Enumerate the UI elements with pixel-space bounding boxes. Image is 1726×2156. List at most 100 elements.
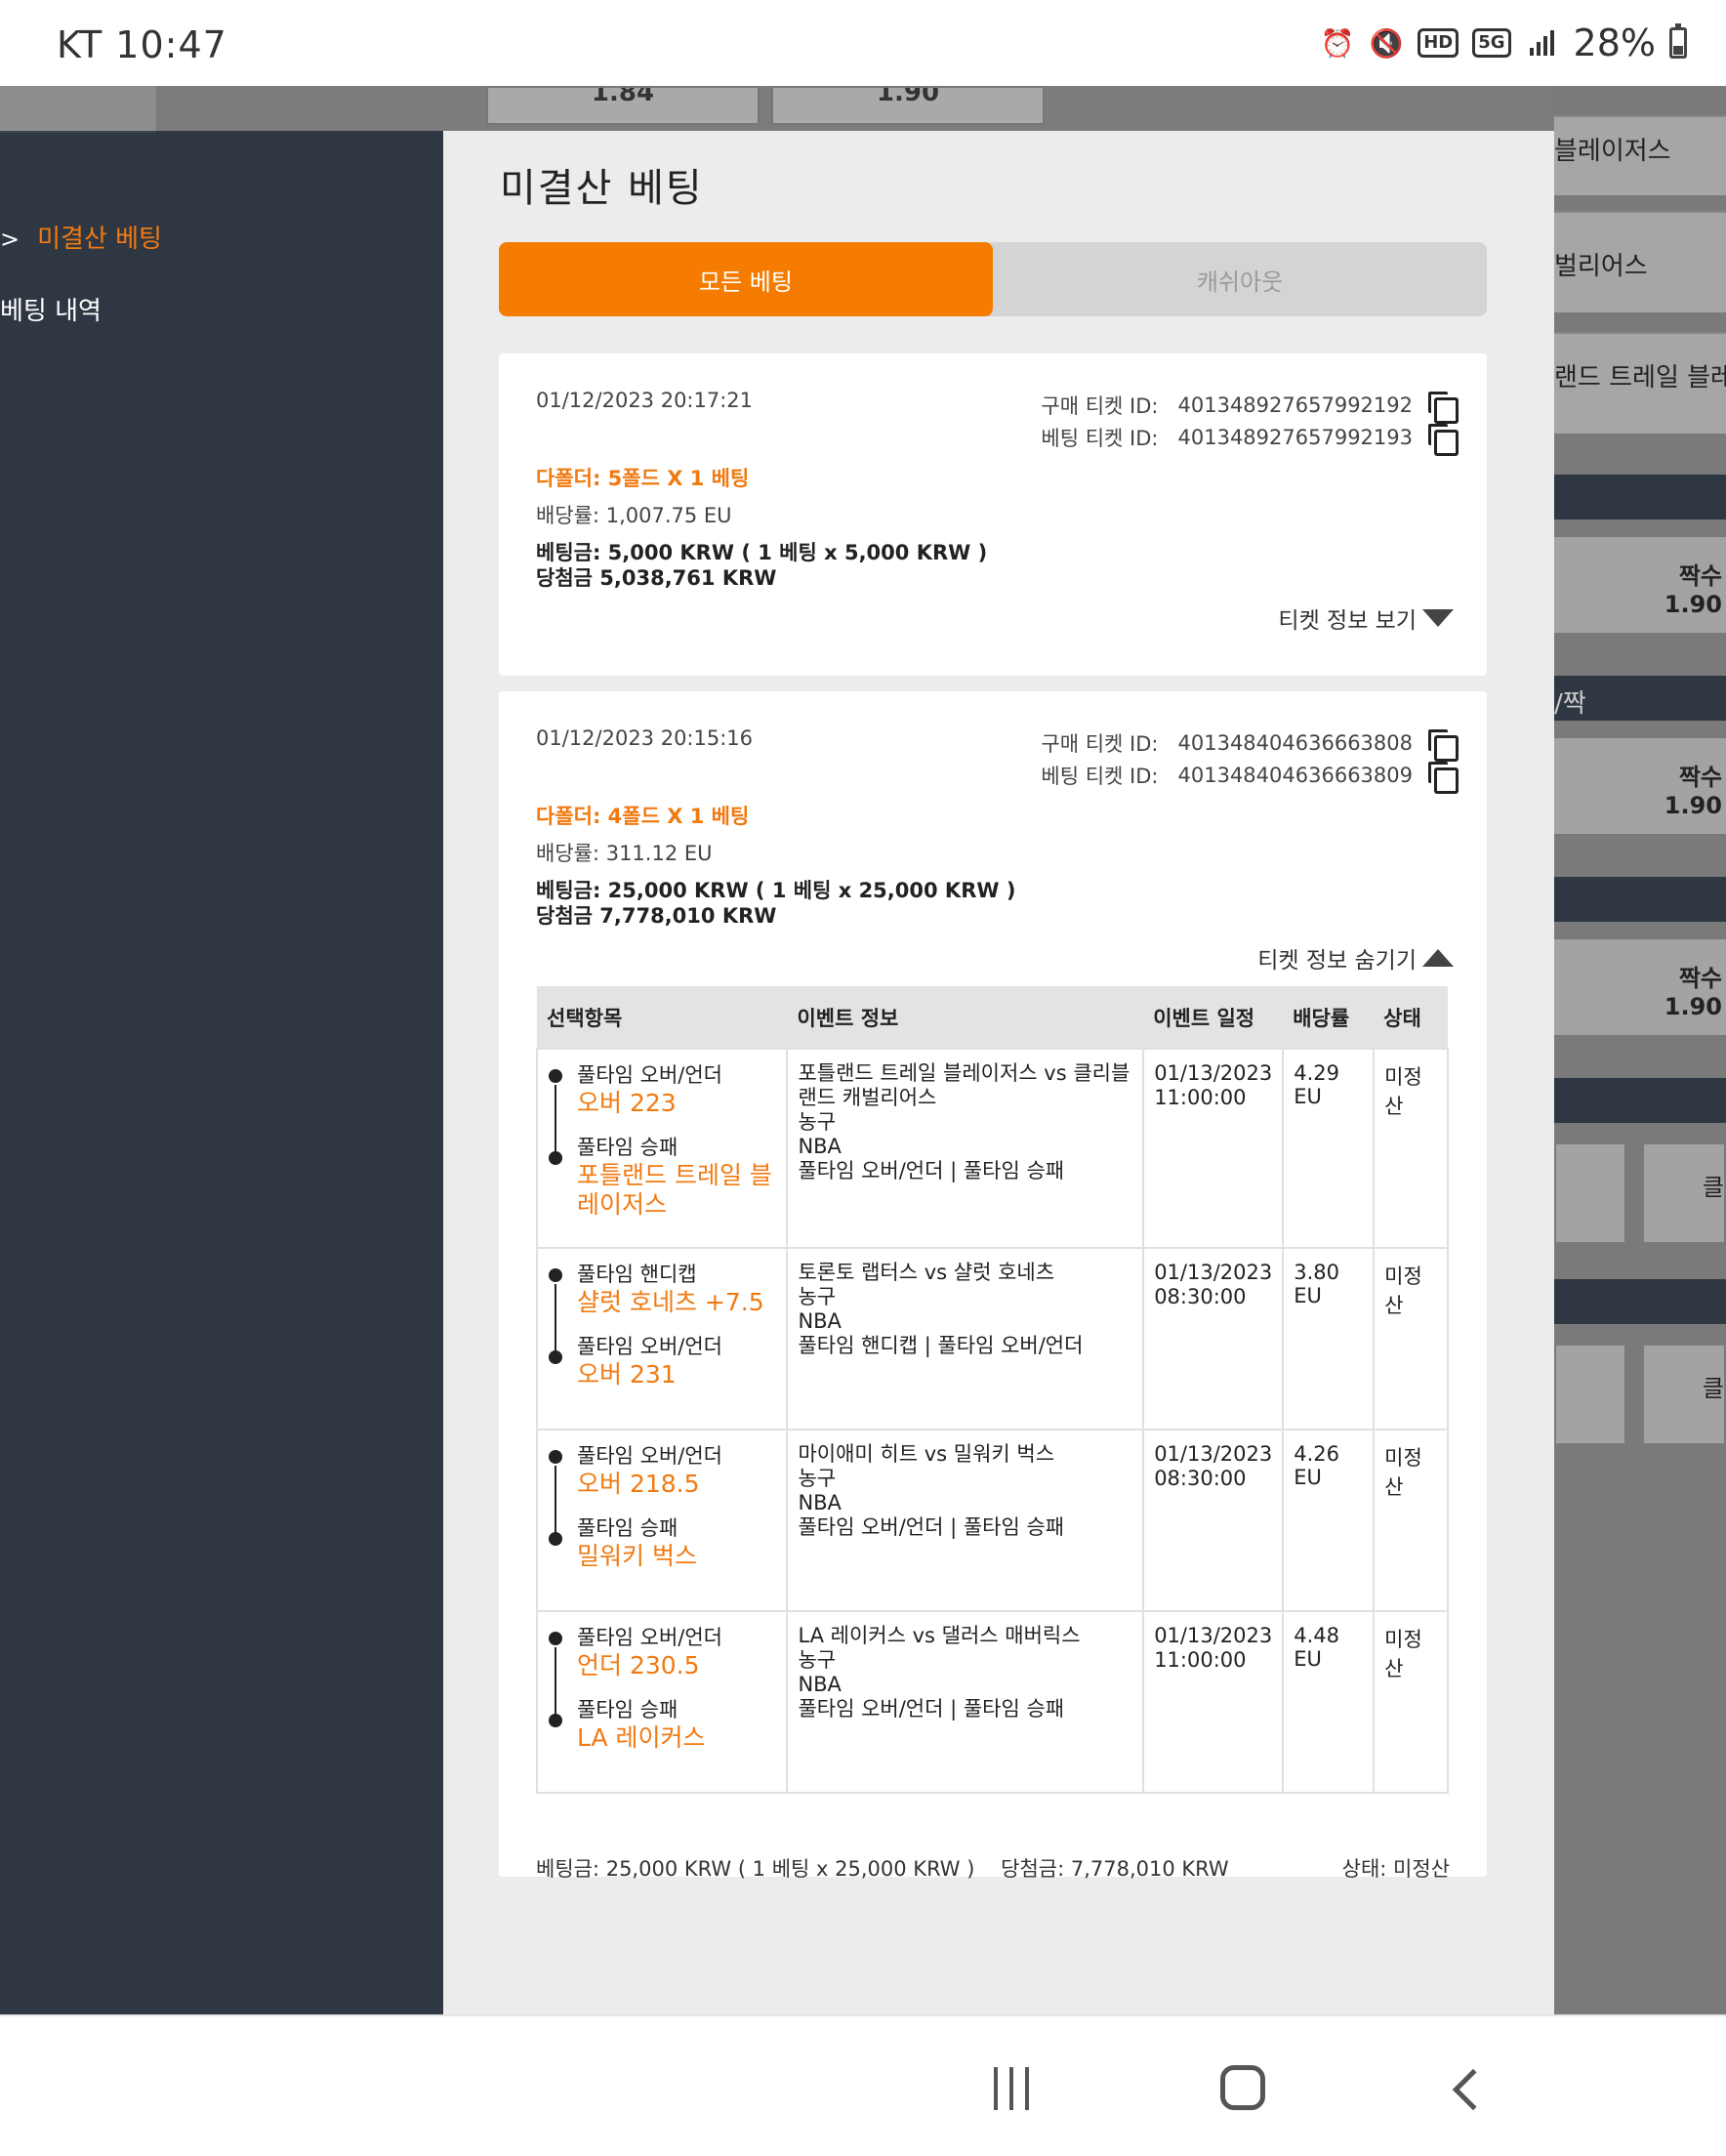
bg-section-label: /짝 (1554, 676, 1726, 721)
event-date-cell: 01/13/2023 08:30:00 (1142, 1429, 1285, 1612)
back-icon[interactable] (1452, 2068, 1495, 2111)
selection-pick: 샬럿 호네츠 +7.5 (577, 1288, 764, 1316)
bg-team-label: 랜드 트레일 블레이 (1554, 332, 1726, 434)
sidebar-item-label: 미결산 베팅 (37, 225, 162, 254)
event-info-line: 풀타임 오버/언더 | 풀타임 승패 (798, 1515, 1065, 1539)
column-header: 이벤트 일정 (1143, 986, 1284, 1049)
selection-dot-icon (549, 1450, 562, 1464)
odds-cell: 3.80 EU (1282, 1247, 1376, 1430)
bet-tabs: 모든 베팅 캐쉬아웃 (499, 242, 1487, 316)
event-date: 01/13/2023 (1154, 1061, 1273, 1085)
ticket-ids: 구매 티켓 ID: 401348404636663808 베팅 티켓 ID: 4… (1041, 726, 1459, 794)
status-cell: 미정산 (1373, 1048, 1449, 1249)
selection-market: 풀타임 오버/언더 (577, 1063, 722, 1087)
ticket-datetime: 01/12/2023 20:17:21 (536, 389, 754, 412)
sidebar: > 미결산 베팅 베팅 내역 (0, 131, 443, 2014)
hd-badge-icon: HD (1418, 28, 1459, 58)
copy-icon[interactable] (1428, 423, 1459, 456)
bet-id-value: 401348927657992193 (1177, 425, 1414, 449)
purchase-id-label: 구매 티켓 ID: (1041, 394, 1159, 418)
alarm-icon: ⏰ (1320, 26, 1355, 60)
bg-odds-value: 1.90 (1664, 591, 1722, 618)
selection-dot-icon (549, 1632, 562, 1645)
bg-odds-label: 짝수 (1678, 764, 1722, 791)
selection-dot-icon (549, 1268, 562, 1282)
copy-icon[interactable] (1428, 761, 1459, 794)
triangle-up-icon (1422, 949, 1454, 967)
event-info-line: 농구 (798, 1648, 837, 1672)
ticket-info-toggle[interactable]: 티켓 정보 숨기기 (1257, 941, 1454, 974)
bg-divider (1554, 1078, 1726, 1123)
event-time: 11:00:00 (1154, 1086, 1247, 1109)
bg-box-label: 클 (1642, 1344, 1726, 1445)
fold-label: 다폴더: 4폴드 X 1 베팅 (536, 805, 750, 828)
event-info-line: 포틀랜드 트레일 블레이저스 vs 클리블랜드 캐벌리어스 (798, 1061, 1130, 1109)
bg-odds-label: 짝수 (1678, 965, 1722, 992)
selection-connector (555, 1085, 556, 1159)
sidebar-item-open-bets[interactable]: > 미결산 베팅 (0, 219, 162, 255)
purchase-id-value: 401348927657992192 (1177, 393, 1414, 417)
event-info-line: 농구 (798, 1110, 837, 1134)
bg-box-label: 클 (1642, 1142, 1726, 1244)
event-info-line: LA 레이커스 vs 댈러스 매버릭스 (798, 1624, 1081, 1647)
bet-id-row: 베팅 티켓 ID: 401348404636663809 (1041, 759, 1459, 794)
event-date-cell: 01/13/2023 11:00:00 (1142, 1048, 1285, 1249)
recent-apps-icon[interactable] (994, 2067, 1029, 2110)
event-time: 08:30:00 (1154, 1467, 1247, 1490)
page-title: 미결산 베팅 (500, 166, 704, 211)
copy-icon[interactable] (1428, 728, 1459, 762)
bg-team-label: 벌리어스 (1554, 211, 1726, 312)
footer-status: 상태: 미정산 (1341, 1857, 1450, 1881)
selection-market: 풀타임 오버/언더 (577, 1444, 722, 1468)
table-header-row: 선택항목 이벤트 정보 이벤트 일정 배당률 상태 (537, 986, 1448, 1049)
bet-id-label: 베팅 티켓 ID: (1041, 764, 1159, 788)
event-info-line: NBA (798, 1309, 842, 1333)
event-info-cell: 포틀랜드 트레일 블레이저스 vs 클리블랜드 캐벌리어스 농구 NBA 풀타임 오버… (786, 1048, 1145, 1249)
bg-odds-label: 짝수 (1678, 562, 1722, 590)
event-info-line: 농구 (798, 1285, 837, 1308)
odds-label: 배당률: 311.12 EU (536, 842, 713, 865)
ticket-info-toggle[interactable]: 티켓 정보 보기 (1278, 601, 1454, 635)
tab-cashout[interactable]: 캐쉬아웃 (993, 242, 1487, 316)
tab-all-bets[interactable]: 모든 베팅 (499, 242, 993, 316)
selection-market: 풀타임 핸디캡 (577, 1263, 697, 1286)
event-info-line: 토론토 랩터스 vs 샬럿 호네츠 (798, 1261, 1055, 1284)
footer-win: 당첨금: 7,778,010 KRW (1001, 1857, 1229, 1881)
selection-dot-icon (549, 1532, 562, 1546)
event-info-line: NBA (798, 1673, 842, 1696)
selection-connector (555, 1466, 556, 1540)
bg-odds-cell: 짝수 1.90 (1554, 939, 1726, 1035)
status-carrier-time: KT 10:47 (57, 23, 227, 66)
table-row: 풀타임 오버/언더 언더 230.5 풀타임 승패 LA 레이커스 LA 레이커스 vs… (535, 1610, 1449, 1794)
status-icons: ⏰ 🔇 HD 5G 28% (1320, 21, 1687, 64)
ticket-toggle-label: 티켓 정보 보기 (1278, 608, 1417, 634)
selection-pick: 오버 218.5 (577, 1470, 700, 1498)
bet-id-label: 베팅 티켓 ID: (1041, 426, 1159, 450)
5g-badge-icon: 5G (1472, 28, 1511, 58)
bg-divider (1554, 877, 1726, 922)
selection-cell: 풀타임 오버/언더 오버 223 풀타임 승패 포틀랜드 트레일 블레이저스 (535, 1048, 789, 1249)
signal-icon (1525, 25, 1560, 61)
bg-box (1554, 1142, 1626, 1244)
selection-market: 풀타임 오버/언더 (577, 1626, 722, 1649)
footer-left: 베팅금: 25,000 KRW ( 1 베팅 x 25,000 KRW ) 당첨… (536, 1853, 1249, 1883)
sidebar-item-bet-history[interactable]: 베팅 내역 (0, 291, 102, 327)
selection-market: 풀타임 승패 (577, 1516, 678, 1540)
event-date: 01/13/2023 (1154, 1261, 1273, 1284)
ticket-footer: 베팅금: 25,000 KRW ( 1 베팅 x 25,000 KRW ) 당첨… (536, 1853, 1450, 1883)
purchase-id-value: 401348404636663808 (1177, 730, 1414, 755)
bg-odds-button: 1.84 (486, 86, 760, 125)
win-label: 당첨금 5,038,761 KRW (536, 566, 777, 590)
home-icon[interactable] (1220, 2065, 1265, 2110)
selection-cell: 풀타임 오버/언더 언더 230.5 풀타임 승패 LA 레이커스 (535, 1610, 789, 1794)
system-nav-bar (0, 2014, 1726, 2156)
sidebar-item-label: 베팅 내역 (0, 297, 102, 326)
selection-market: 풀타임 승패 (577, 1698, 678, 1721)
event-info-cell: 마이애미 히트 vs 밀워키 벅스 농구 NBA 풀타임 오버/언더 | 풀타임 승패 (786, 1429, 1145, 1612)
odds-cell: 4.48 EU (1282, 1610, 1376, 1794)
event-info-cell: 토론토 랩터스 vs 샬럿 호네츠 농구 NBA 풀타임 핸디캡 | 풀타임 오버/언… (786, 1247, 1145, 1430)
bg-divider (1554, 1279, 1726, 1324)
copy-icon[interactable] (1428, 391, 1459, 424)
selection-pick: LA 레이커스 (577, 1723, 706, 1752)
bg-odds-value: 1.90 (1664, 792, 1722, 819)
